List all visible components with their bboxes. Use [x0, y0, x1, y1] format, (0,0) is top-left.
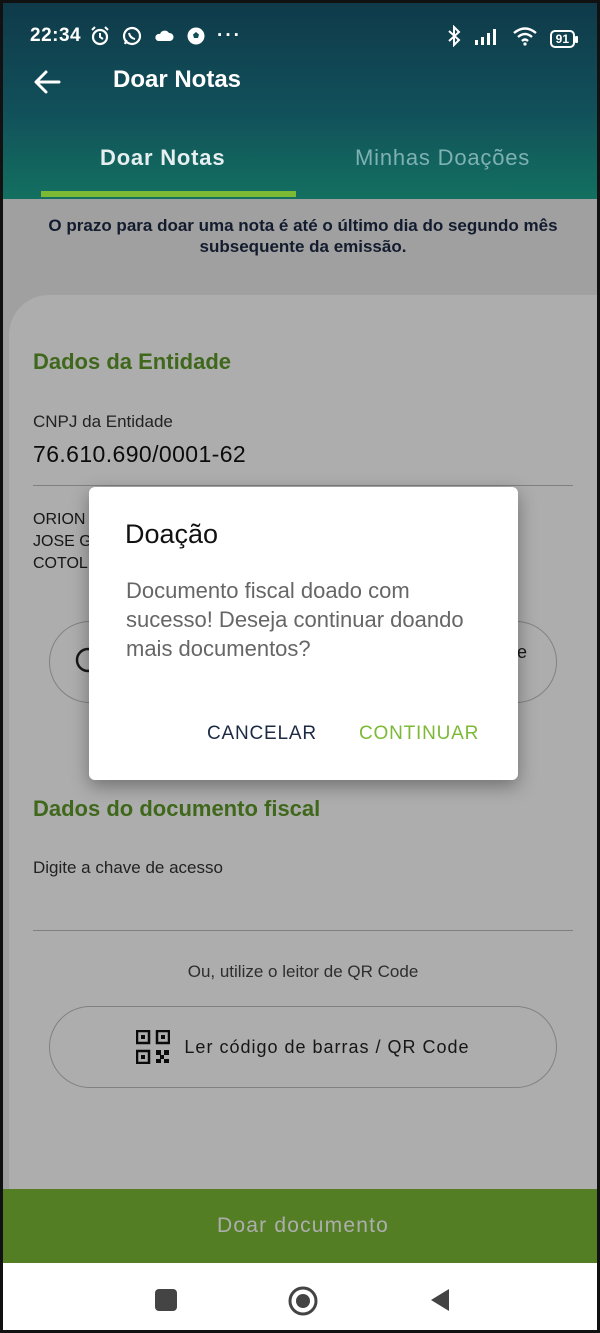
signal-icon: [474, 26, 500, 52]
page-title: Doar Notas: [113, 66, 242, 93]
app-header: 22:34 ··· 91 Doar Notas Doar Notas Minha…: [3, 3, 597, 199]
notification-icons: ···: [89, 25, 242, 53]
tab-bar: Doar Notas Minhas Doações: [3, 133, 597, 199]
system-icons: 91: [446, 24, 579, 53]
back-arrow-icon[interactable]: [31, 66, 63, 98]
phone-screen: 22:34 ··· 91 Doar Notas Doar Notas Minha…: [0, 0, 600, 1333]
bluetooth-icon: [446, 24, 462, 53]
status-bar: 22:34 ··· 91: [3, 21, 597, 53]
whatsapp-icon: [121, 25, 143, 53]
cloud-icon: [153, 25, 175, 53]
donation-dialog: Doação Documento fiscal doado com sucess…: [89, 487, 518, 780]
wifi-icon: [512, 26, 538, 52]
dialog-message: Documento fiscal doado com sucesso! Dese…: [126, 578, 464, 661]
tab-indicator: [41, 191, 296, 197]
battery-icon: 91: [549, 30, 579, 48]
more-dots-icon: ···: [217, 25, 242, 46]
recent-apps-icon[interactable]: [151, 1285, 181, 1315]
continue-button[interactable]: CONTINUAR: [359, 723, 479, 745]
dialog-title: Doação: [125, 519, 219, 549]
status-time: 22:34: [30, 25, 82, 46]
cancel-button[interactable]: CANCELAR: [207, 723, 317, 745]
tab-minhas-doacoes[interactable]: Minhas Doações: [355, 145, 530, 171]
back-nav-icon[interactable]: [425, 1285, 455, 1315]
home-icon[interactable]: [287, 1285, 318, 1316]
app-bar: Doar Notas: [3, 58, 597, 108]
system-nav-bar: [3, 1263, 597, 1330]
soccer-ball-icon: [185, 25, 207, 53]
alarm-icon: [89, 25, 111, 53]
tab-doar-notas[interactable]: Doar Notas: [100, 145, 225, 171]
